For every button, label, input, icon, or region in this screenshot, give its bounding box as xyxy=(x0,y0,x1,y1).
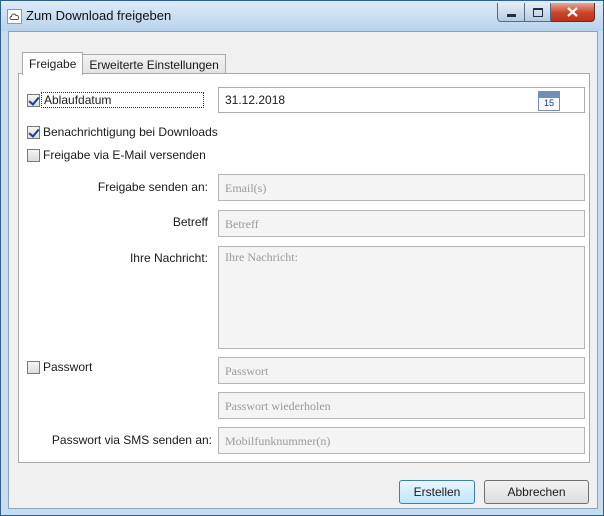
password-checkbox[interactable] xyxy=(27,361,40,374)
cloud-upload-icon xyxy=(7,9,22,24)
tab-erweiterte-einstellungen[interactable]: Erweiterte Einstellungen xyxy=(82,54,226,75)
checkmark-icon xyxy=(27,125,40,138)
sms-label: Passwort via SMS senden an: xyxy=(51,433,212,447)
title-bar[interactable]: Zum Download freigeben xyxy=(1,1,603,31)
cancel-button[interactable]: Abbrechen xyxy=(484,480,589,504)
tab-panel-freigabe: Ablaufdatum 31.12.2018 15 Benachrichtigu… xyxy=(18,73,590,463)
checkmark-icon xyxy=(27,93,40,106)
expiry-checkbox[interactable] xyxy=(27,93,40,107)
minimize-button[interactable] xyxy=(497,3,525,22)
message-label: Ihre Nachricht: xyxy=(129,251,208,265)
maximize-icon xyxy=(532,7,543,17)
subject-label: Betreff xyxy=(172,215,208,229)
email-share-label[interactable]: Freigabe via E-Mail versenden xyxy=(43,148,206,162)
tab-strip: Freigabe Erweiterte Einstellungen xyxy=(22,52,226,75)
close-button[interactable] xyxy=(551,3,595,22)
share-dialog-window: Zum Download freigeben Freigabe Erweiter… xyxy=(0,0,604,516)
expiry-date-input[interactable]: 31.12.2018 xyxy=(218,87,585,113)
password-label[interactable]: Passwort xyxy=(43,360,92,374)
calendar-button[interactable]: 15 xyxy=(538,91,560,111)
calendar-day: 15 xyxy=(543,98,554,108)
window-title: Zum Download freigeben xyxy=(26,8,172,23)
dialog-body: Freigabe Erweiterte Einstellungen Ablauf… xyxy=(8,31,598,509)
close-icon xyxy=(567,7,578,17)
expiry-label[interactable]: Ablaufdatum xyxy=(41,92,204,108)
message-textarea[interactable]: Ihre Nachricht: xyxy=(218,246,585,349)
subject-input[interactable]: Betreff xyxy=(218,210,585,237)
email-share-checkbox[interactable] xyxy=(27,149,40,162)
maximize-button[interactable] xyxy=(525,3,551,22)
notify-label[interactable]: Benachrichtigung bei Downloads xyxy=(43,125,218,139)
tab-freigabe[interactable]: Freigabe xyxy=(22,52,84,75)
sms-number-input[interactable]: Mobilfunknummer(n) xyxy=(218,427,585,454)
send-to-label: Freigabe senden an: xyxy=(97,180,208,194)
notify-checkbox[interactable] xyxy=(27,125,40,139)
email-recipients-input[interactable]: Email(s) xyxy=(218,174,585,201)
minimize-icon xyxy=(506,13,516,17)
password-input[interactable]: Passwort xyxy=(218,357,585,384)
password-repeat-input[interactable]: Passwort wiederholen xyxy=(218,392,585,419)
create-button[interactable]: Erstellen xyxy=(399,480,475,504)
